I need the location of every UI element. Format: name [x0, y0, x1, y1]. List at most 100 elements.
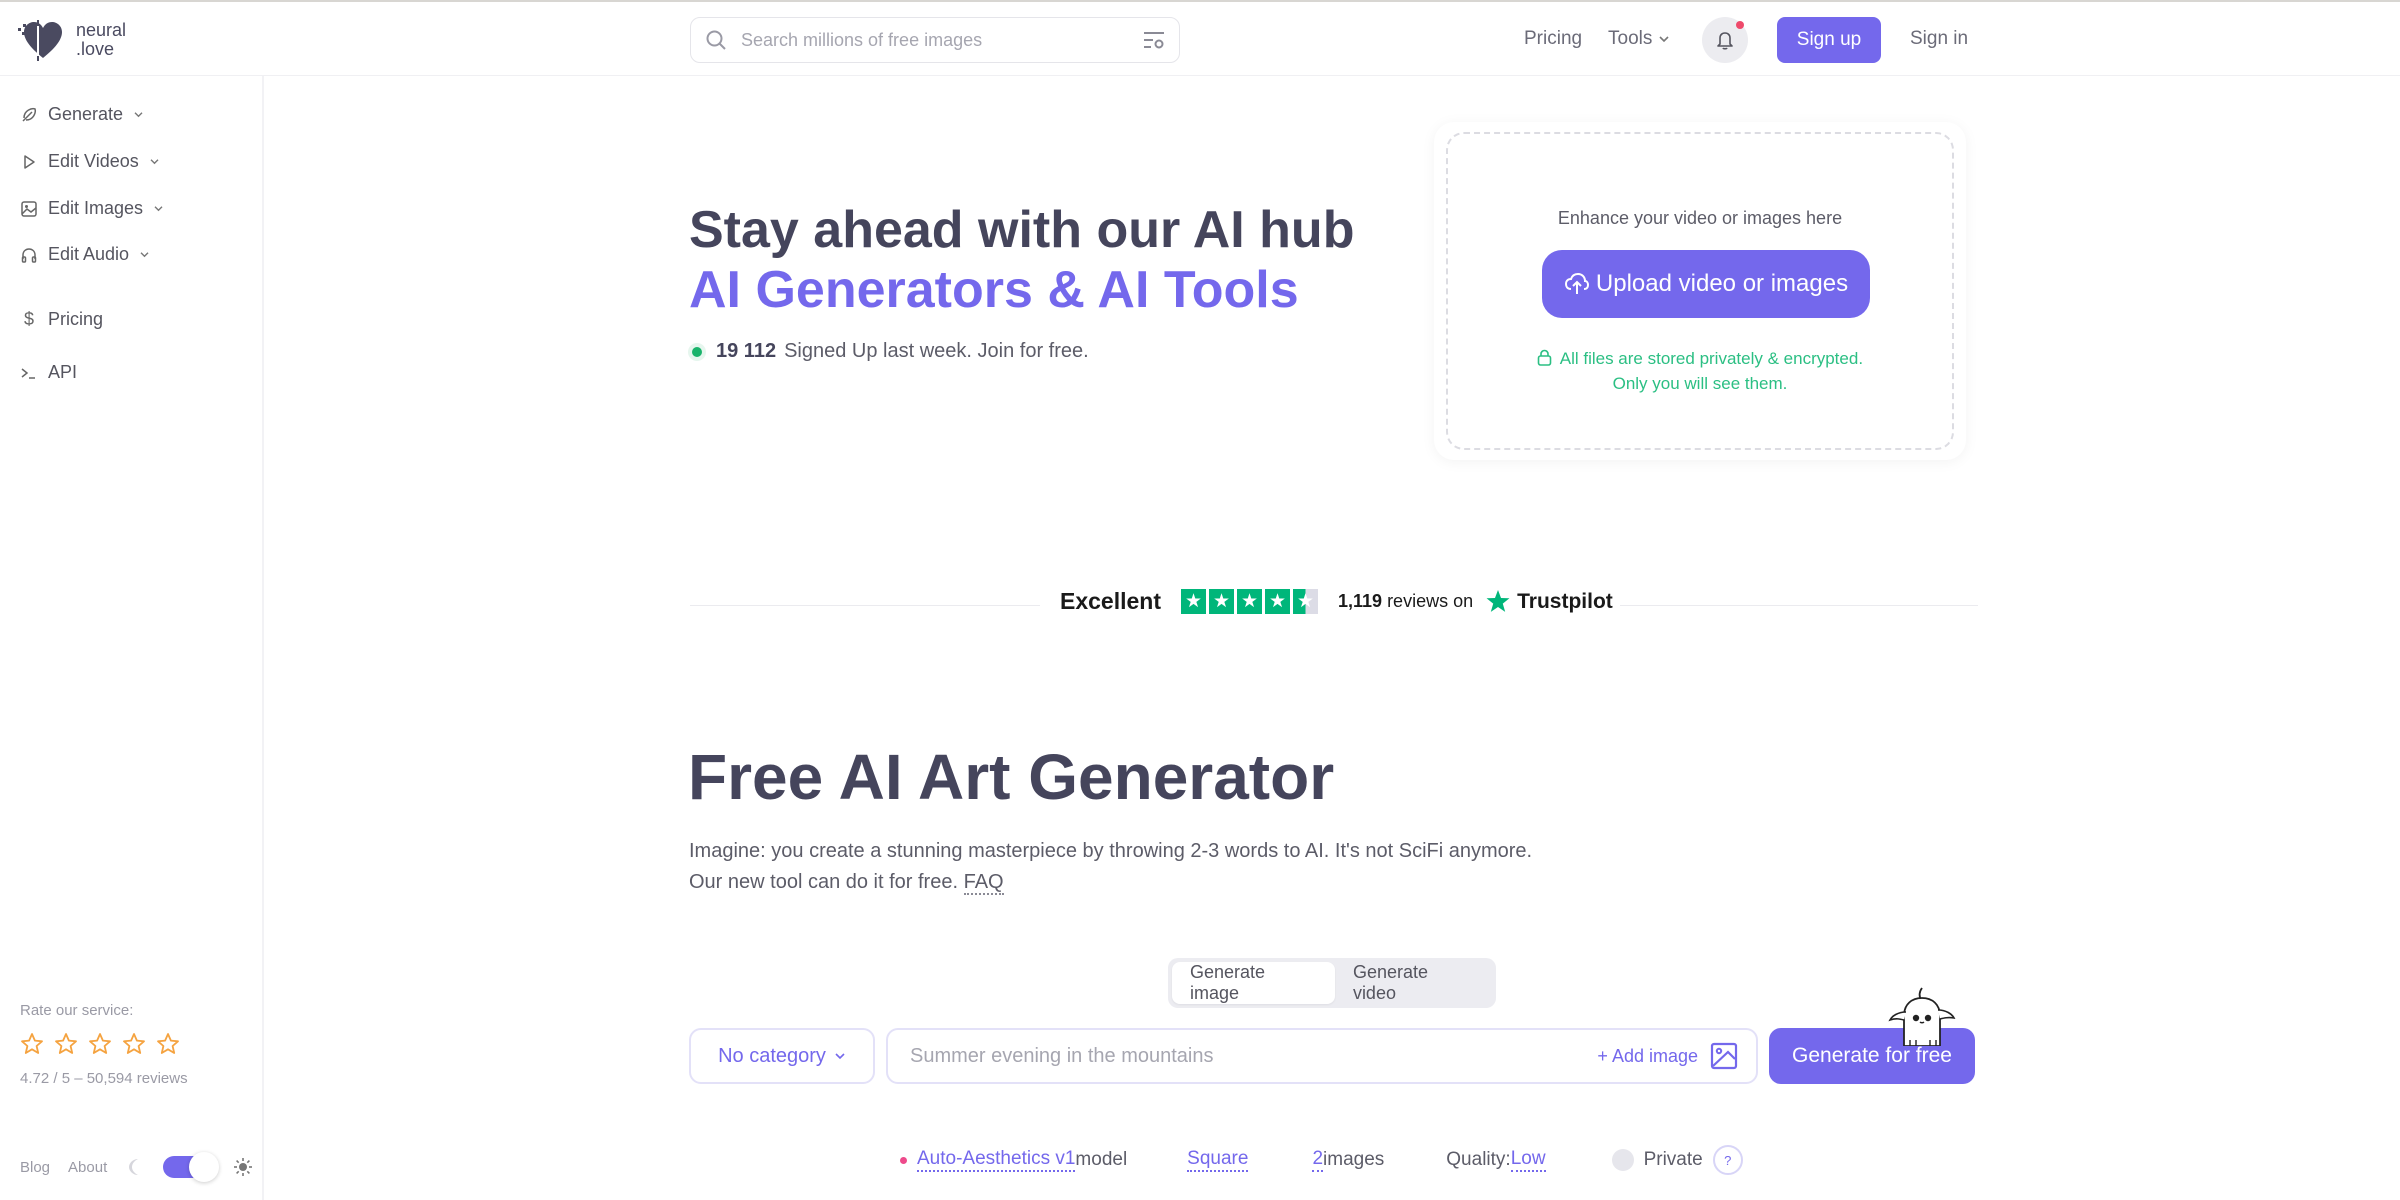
image-count-select[interactable]: 2 [1312, 1148, 1324, 1172]
blog-link[interactable]: Blog [20, 1159, 50, 1176]
about-link[interactable]: About [68, 1159, 107, 1176]
help-icon[interactable]: ? [1712, 1145, 1743, 1175]
lock-icon [1537, 349, 1552, 366]
sidebar-item-pricing[interactable]: $ Pricing [20, 309, 103, 330]
private-checkbox[interactable] [1611, 1149, 1634, 1171]
trustpilot-widget[interactable]: Excellent ★ ★ ★ ★ ★ 1,119 reviews on Tru… [1060, 588, 1613, 615]
model-suffix: model [1075, 1149, 1128, 1170]
chevron-down-icon [134, 112, 143, 118]
search-filter-icon[interactable] [1143, 30, 1165, 50]
chevron-down-icon [154, 206, 163, 212]
terminal-icon [21, 367, 35, 379]
upload-button-label: Upload video or images [1595, 270, 1849, 297]
add-image-link[interactable]: + Add image [1597, 1046, 1698, 1067]
sidebar-item-label: Pricing [48, 309, 104, 329]
tab-generate-video[interactable]: Generate video [1335, 962, 1492, 1004]
sign-in-link[interactable]: Sign in [1910, 28, 1968, 50]
sidebar-item-generate[interactable]: Generate [20, 104, 144, 125]
image-icon [21, 200, 37, 217]
private-label: Private [1643, 1149, 1703, 1170]
upload-heading: Enhance your video or images here [1557, 208, 1843, 228]
generator-title: Free AI Art Generator [688, 741, 1335, 813]
sun-icon [234, 1158, 253, 1176]
image-add-icon[interactable] [1710, 1042, 1738, 1070]
sidebar-item-edit-audio[interactable]: Edit Audio [20, 244, 150, 265]
nav-pricing-link[interactable]: Pricing [1524, 28, 1582, 50]
notifications-button[interactable] [1702, 17, 1748, 63]
sidebar-footer: Blog About [20, 1152, 253, 1182]
trustpilot-logo: Trustpilot [1485, 589, 1613, 614]
sidebar-item-api[interactable]: API [20, 362, 77, 383]
star-icon[interactable] [88, 1032, 112, 1056]
feather-icon [22, 107, 36, 122]
generation-options: Auto-Aesthetics v1 model Square 2 images… [900, 1145, 1743, 1175]
upload-button[interactable]: Upload video or images [1542, 250, 1870, 318]
hero-title: Stay ahead with our AI hub [689, 201, 1355, 259]
theme-toggle[interactable] [163, 1152, 220, 1182]
upload-dropzone[interactable]: Enhance your video or images here Upload… [1446, 132, 1954, 450]
generator-desc-line1: Imagine: you create a stunning masterpie… [689, 840, 1533, 862]
trustpilot-star-icon: ★ [1265, 589, 1290, 614]
search-input[interactable] [741, 29, 1129, 51]
privacy-note: All files are stored privately & encrypt… [1448, 346, 1952, 396]
trustpilot-half-star-icon: ★ [1293, 589, 1318, 614]
model-select[interactable]: Auto-Aesthetics v1 [917, 1148, 1076, 1172]
sidebar-item-edit-videos[interactable]: Edit Videos [20, 151, 160, 172]
trustpilot-brand: Trustpilot [1517, 589, 1613, 613]
chevron-down-icon [1659, 36, 1669, 43]
tab-generate-image[interactable]: Generate image [1172, 962, 1335, 1004]
sign-up-button[interactable]: Sign up [1777, 17, 1881, 63]
aspect-select[interactable]: Square [1187, 1148, 1249, 1172]
search-bar [690, 17, 1180, 63]
sidebar-item-label: Edit Videos [48, 151, 139, 171]
quality-select[interactable]: Low [1510, 1148, 1546, 1172]
rating-stars [20, 1032, 180, 1056]
sidebar: Generate Edit Videos Edit Images Edit Au… [0, 76, 264, 1200]
notification-badge [1736, 21, 1744, 29]
divider [1620, 605, 1978, 606]
image-count-suffix: images [1323, 1149, 1385, 1170]
trustpilot-review-suffix: reviews on [1382, 591, 1474, 611]
trustpilot-star-icon: ★ [1181, 589, 1206, 614]
rating-summary: 4.72 / 5 – 50,594 reviews [20, 1070, 188, 1087]
star-icon[interactable] [20, 1032, 44, 1056]
heart-logo-icon [18, 20, 62, 61]
generator-description: Imagine: you create a stunning masterpie… [689, 836, 1532, 898]
star-icon[interactable] [54, 1032, 78, 1056]
sidebar-item-label: Edit Audio [48, 244, 130, 264]
logo-line1: neural [76, 20, 127, 40]
chevron-down-icon [150, 159, 159, 165]
rate-label: Rate our service: [20, 1002, 134, 1019]
privacy-line1: All files are stored privately & encrypt… [1559, 349, 1864, 368]
headphones-icon [21, 247, 37, 263]
signup-text: Signed Up last week. Join for free. [784, 340, 1089, 362]
chevron-down-icon [835, 1053, 845, 1060]
star-icon[interactable] [156, 1032, 180, 1056]
signup-count: 19 112 [716, 340, 777, 362]
sidebar-item-edit-images[interactable]: Edit Images [20, 198, 164, 219]
trustpilot-review-count: 1,119 [1338, 591, 1383, 611]
category-select[interactable]: No category [689, 1028, 875, 1084]
divider [690, 605, 1040, 606]
nav-tools-label: Tools [1608, 28, 1653, 49]
upload-card: Enhance your video or images here Upload… [1434, 122, 1966, 460]
faq-link[interactable]: FAQ [963, 871, 1004, 895]
search-icon [706, 30, 726, 50]
sidebar-item-label: Edit Images [48, 198, 144, 218]
generator-desc-line2: Our new tool can do it for free. [689, 871, 964, 893]
trustpilot-rating-word: Excellent [1060, 588, 1161, 614]
star-icon[interactable] [122, 1032, 146, 1056]
bell-icon [1717, 32, 1733, 50]
sidebar-item-label: Generate [48, 104, 124, 124]
trustpilot-reviews: 1,119 reviews on [1338, 591, 1473, 612]
quality-label: Quality: [1446, 1149, 1511, 1170]
generate-mode-tabs: Generate image Generate video [1168, 958, 1496, 1008]
play-icon [24, 154, 35, 169]
prompt-input[interactable] [910, 1044, 1598, 1068]
moon-icon [129, 1159, 139, 1175]
nav-tools-dropdown[interactable]: Tools [1608, 28, 1670, 50]
trustpilot-star-icon: ★ [1237, 589, 1262, 614]
dollar-icon: $ [23, 309, 34, 329]
trustpilot-stars: ★ ★ ★ ★ ★ [1181, 589, 1318, 614]
logo[interactable]: neural .love [18, 18, 126, 62]
